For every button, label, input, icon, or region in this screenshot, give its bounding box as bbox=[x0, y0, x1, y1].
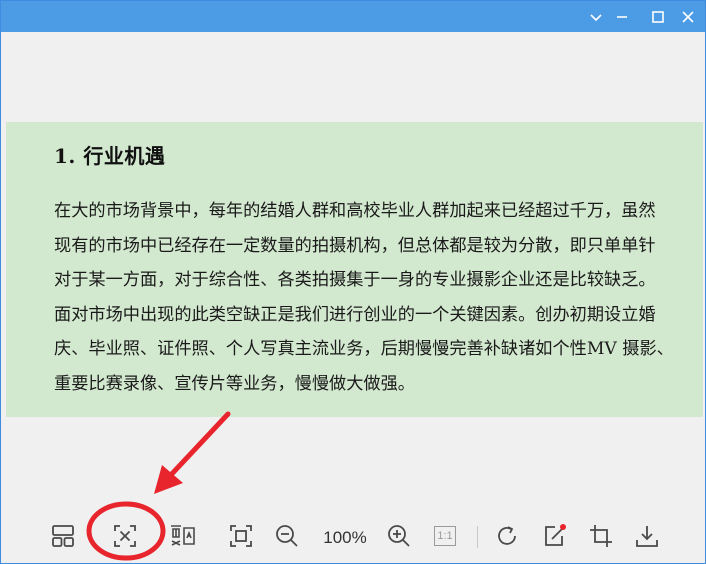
download-icon[interactable] bbox=[633, 522, 661, 550]
paragraph-line: 重要比赛录像、宣传片等业务，慢慢做大做强。 bbox=[54, 373, 415, 394]
extract-text-icon[interactable] bbox=[111, 522, 139, 550]
layout-icon[interactable] bbox=[49, 522, 77, 550]
zoom-out-icon[interactable] bbox=[273, 522, 301, 550]
actual-size-label: 1:1 bbox=[434, 526, 456, 546]
zoom-in-icon[interactable] bbox=[385, 522, 413, 550]
image-canvas[interactable]: 1. 行业机遇 在大的市场背景中，每年的结婚人群和高校毕业人群加起来已经超过千万… bbox=[1, 32, 705, 512]
document-image: 1. 行业机遇 在大的市场背景中，每年的结婚人群和高校毕业人群加起来已经超过千万… bbox=[6, 122, 703, 417]
edit-icon[interactable] bbox=[541, 522, 569, 550]
paragraph-line: 面对市场中出现的此类空缺正是我们进行创业的一个关键因素。创办初期设立婚 bbox=[54, 304, 656, 325]
crop-icon[interactable] bbox=[587, 522, 615, 550]
document-paragraph: 在大的市场背景中，每年的结婚人群和高校毕业人群加起来已经超过千万，虽然 现有的市… bbox=[54, 200, 694, 407]
rotate-icon[interactable] bbox=[493, 522, 521, 550]
paragraph-line: 庆、毕业照、证件照、个人写真主流业务，后期慢慢完善补缺诸如个性MV 摄影、 bbox=[54, 339, 674, 359]
chevron-down-icon[interactable] bbox=[585, 6, 607, 28]
minimize-icon[interactable] bbox=[611, 6, 633, 28]
document-heading: 1. 行业机遇 bbox=[54, 144, 166, 168]
viewer-toolbar: 100% 1:1 bbox=[1, 512, 705, 563]
ocr-icon[interactable] bbox=[169, 522, 197, 550]
toolbar-divider bbox=[477, 526, 478, 548]
zoom-level[interactable]: 100% bbox=[317, 528, 373, 548]
paragraph-line: 在大的市场背景中，每年的结婚人群和高校毕业人群加起来已经超过千万，虽然 bbox=[54, 201, 656, 221]
close-icon[interactable] bbox=[677, 6, 699, 28]
title-bar bbox=[1, 1, 705, 32]
image-viewer-window: 1. 行业机遇 在大的市场背景中，每年的结婚人群和高校毕业人群加起来已经超过千万… bbox=[0, 0, 706, 564]
fit-window-icon[interactable] bbox=[227, 522, 255, 550]
maximize-icon[interactable] bbox=[647, 6, 669, 28]
paragraph-line: 对于某一方面，对于综合性、各类拍摄集于一身的专业摄影企业还是比较缺乏。 bbox=[54, 270, 656, 290]
paragraph-line: 现有的市场中已经存在一定数量的拍摄机构，但总体都是较为分散，即只单单针 bbox=[54, 235, 656, 256]
actual-size-icon[interactable]: 1:1 bbox=[431, 522, 459, 550]
